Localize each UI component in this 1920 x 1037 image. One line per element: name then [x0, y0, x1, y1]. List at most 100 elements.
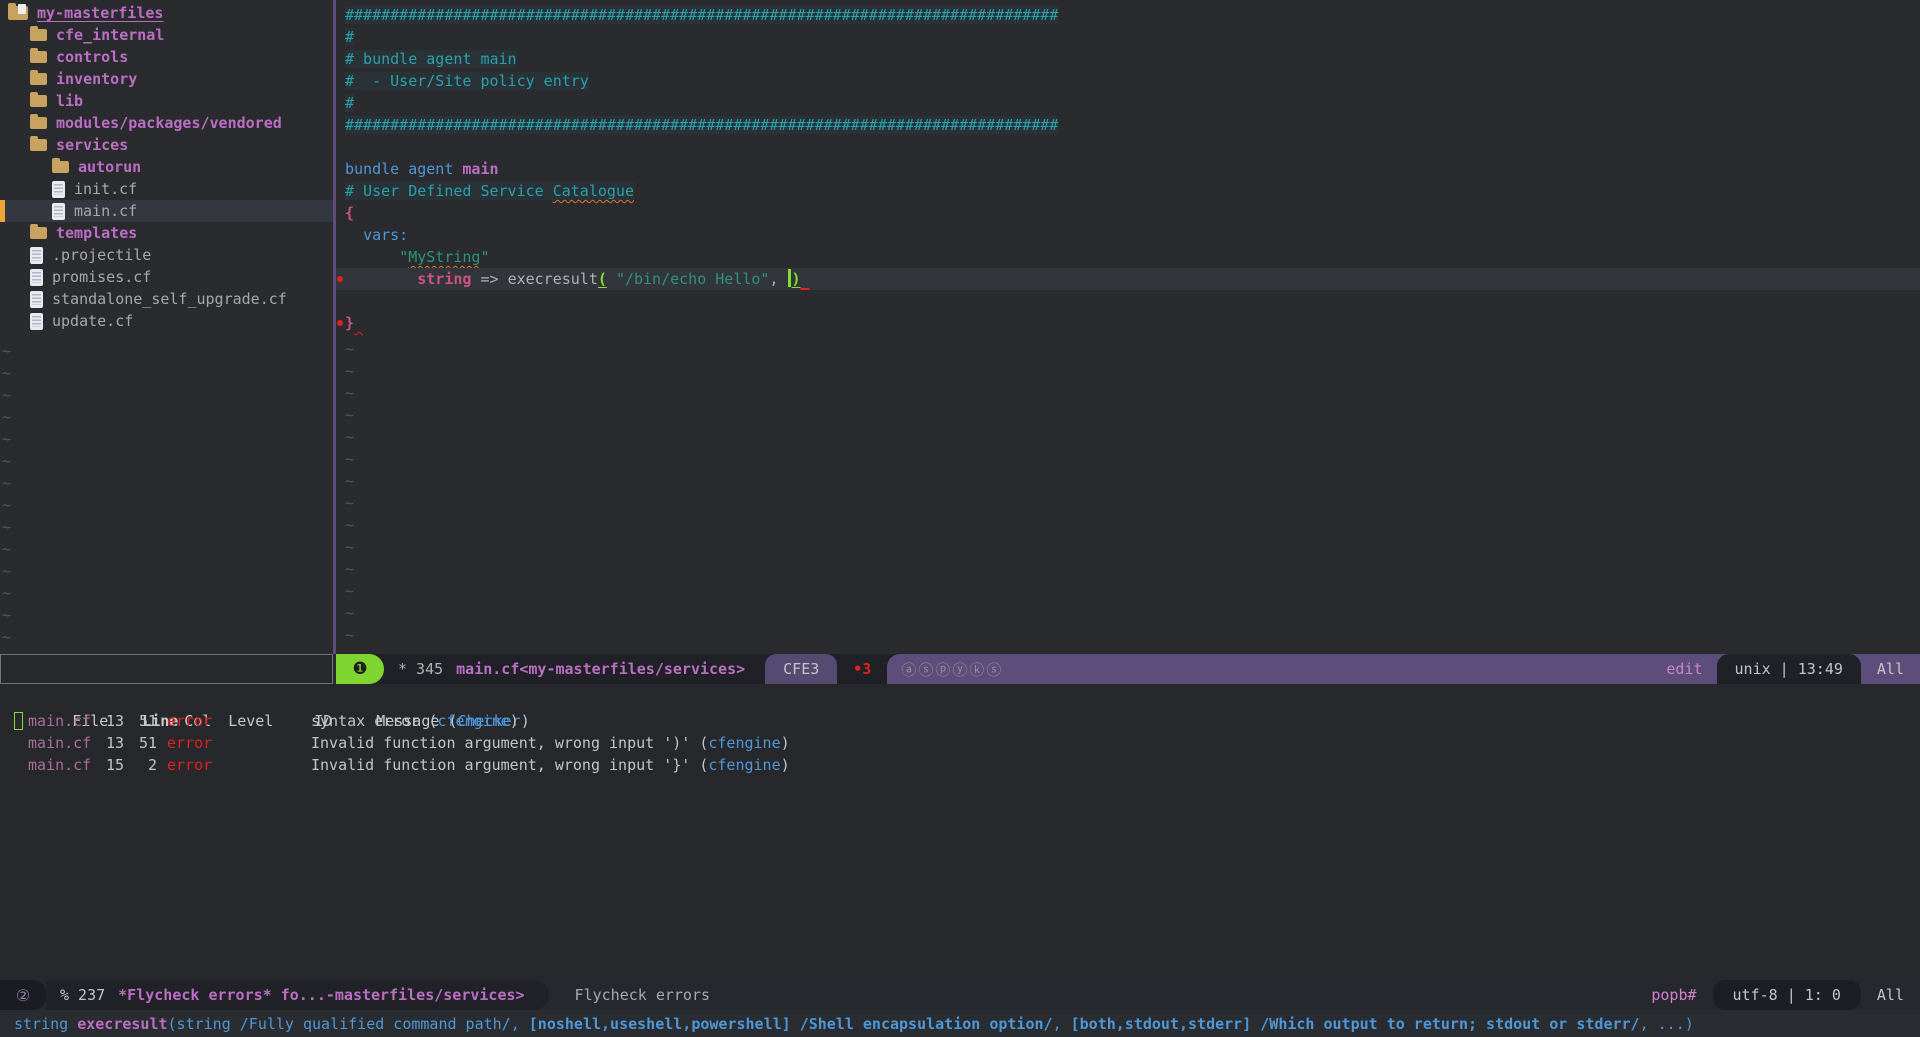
tree-item-label: services [56, 136, 128, 154]
error-list-rows: main.cf1351errorsyntax error (cfengine)m… [0, 710, 1920, 776]
tree-row[interactable]: autorun [0, 156, 333, 178]
eldoc-segment: string [14, 1015, 77, 1033]
code-token: ########################################… [345, 116, 1058, 134]
code-line[interactable]: # User Defined Service Catalogue [336, 180, 1920, 202]
code-token: ( [598, 270, 607, 288]
folder-icon [30, 29, 47, 41]
tree-row[interactable]: update.cf [0, 310, 333, 332]
code-line[interactable]: string => execresult( "/bin/echo Hello",… [336, 268, 1920, 290]
code-token: ########################################… [345, 6, 1058, 24]
error-level: error [167, 710, 249, 732]
code-line[interactable]: "MyString" [336, 246, 1920, 268]
code-editor-window[interactable]: ########################################… [336, 0, 1920, 654]
tree-row-root[interactable]: my-masterfiles [0, 2, 333, 24]
empty-line-tilde: ~ [345, 602, 354, 624]
treemacs-sidebar[interactable]: my-masterfiles cfe_internal controls invent… [0, 0, 333, 654]
error-row[interactable]: main.cf1351errorInvalid function argumen… [0, 732, 1920, 754]
eldoc-segment: [both,stdout,stderr] /Which output to re… [1071, 1015, 1640, 1033]
buffer-name[interactable]: main.cf<my-masterfiles/services> [456, 660, 745, 678]
error-file: main.cf [28, 710, 96, 732]
flycheck-error-count[interactable]: •3 [837, 654, 887, 684]
error-file: main.cf [28, 754, 96, 776]
code-line[interactable]: ########################################… [336, 114, 1920, 136]
code-line[interactable]: bundle agent main [336, 158, 1920, 180]
tree-row[interactable]: .projectile [0, 244, 333, 266]
window-number-badge-2: ② [0, 980, 46, 1010]
error-checker: cfengine [437, 712, 509, 730]
code-token [607, 270, 616, 288]
empty-line-tilde: ~ [345, 338, 354, 360]
error-count-label: •3 [853, 660, 871, 678]
major-mode-label-2[interactable]: Flycheck errors [575, 980, 710, 1010]
code-line[interactable] [336, 290, 1920, 312]
error-row[interactable]: main.cf1351errorsyntax error (cfengine) [0, 710, 1920, 732]
empty-line-tilde: ~ [2, 604, 11, 626]
code-line[interactable]: ########################################… [336, 4, 1920, 26]
error-file: main.cf [28, 732, 96, 754]
code-line[interactable]: # - User/Site policy entry [336, 70, 1920, 92]
folder-icon [30, 227, 47, 239]
code-line[interactable]: # [336, 26, 1920, 48]
tree-item-label: lib [56, 92, 83, 110]
tree-row[interactable]: inventory [0, 68, 333, 90]
eldoc-segment: (string /Fully qualified command path/, [168, 1015, 529, 1033]
file-icon [30, 291, 43, 308]
tree-row[interactable]: standalone_self_upgrade.cf [0, 288, 333, 310]
folder-icon [52, 161, 69, 173]
flycheck-error-list-window[interactable]: FileLineColLevelIDMessage (Checker) main… [0, 684, 1920, 980]
code-line[interactable]: } [336, 312, 1920, 334]
code-token: # [345, 28, 354, 46]
popwin-indicator: popb# [1651, 980, 1696, 1010]
error-message-close: ) [781, 734, 790, 752]
error-level: error [167, 754, 249, 776]
code-token: MyString [408, 248, 480, 266]
tree-row[interactable]: templates [0, 222, 333, 244]
error-message-close: ) [510, 712, 519, 730]
tree-item-label: cfe_internal [56, 26, 164, 44]
empty-line-tilde: ~ [345, 536, 354, 558]
tree-row[interactable]: cfe_internal [0, 24, 333, 46]
tree-row[interactable]: modules/packages/vendored [0, 112, 333, 134]
tree-row[interactable]: services [0, 134, 333, 156]
flycheck-fringe-dot [337, 320, 343, 326]
empty-line-tilde: ~ [2, 428, 11, 450]
error-message-text: syntax error ( [311, 712, 437, 730]
tree-item-label: .projectile [52, 246, 151, 264]
tree-item-label: autorun [78, 158, 141, 176]
code-token: Catalogue [553, 182, 634, 200]
tree-row[interactable]: promises.cf [0, 266, 333, 288]
window-number-badge: ❶ [336, 654, 384, 684]
code-line[interactable]: # [336, 92, 1920, 114]
code-line[interactable]: { [336, 202, 1920, 224]
major-mode-segment[interactable]: CFE3 [765, 654, 837, 684]
buffer-name-2[interactable]: *Flycheck errors* fo...-masterfiles/serv… [118, 986, 524, 1004]
tree-item-label: controls [56, 48, 128, 66]
code-token: execresult [508, 270, 598, 288]
tree-item-label: inventory [56, 70, 137, 88]
empty-line-tilde: ~ [345, 558, 354, 580]
empty-line-tilde: ~ [2, 384, 11, 406]
code-line[interactable]: # bundle agent main [336, 48, 1920, 70]
code-line[interactable] [336, 136, 1920, 158]
code-line[interactable]: vars: [336, 224, 1920, 246]
error-row[interactable]: main.cf152errorInvalid function argument… [0, 754, 1920, 776]
error-checker: cfengine [708, 756, 780, 774]
empty-line-tilde: ~ [2, 406, 11, 428]
code-token: # [345, 94, 354, 112]
treemacs-modeline [0, 654, 333, 684]
folder-icon [30, 95, 47, 107]
empty-line-tilde: ~ [2, 494, 11, 516]
modeline-active: ❶ * 345 main.cf<my-masterfiles/services>… [336, 654, 1920, 684]
error-message: Invalid function argument, wrong input '… [311, 756, 790, 774]
tree-item-label: modules/packages/vendored [56, 114, 282, 132]
tree-row-selected[interactable]: main.cf [0, 200, 333, 222]
error-message-text: Invalid function argument, wrong input '… [311, 734, 708, 752]
folder-icon [30, 139, 47, 151]
empty-line-tilde: ~ [345, 448, 354, 470]
tree-row[interactable]: init.cf [0, 178, 333, 200]
tree-row[interactable]: controls [0, 46, 333, 68]
error-checker: cfengine [708, 734, 780, 752]
tree-row[interactable]: lib [0, 90, 333, 112]
eldoc-segment: , ...) [1640, 1015, 1694, 1033]
modeline-right-segment: ⓐⓢⓟⓨⓚⓢ edit unix | 13:49 All [887, 654, 1920, 684]
